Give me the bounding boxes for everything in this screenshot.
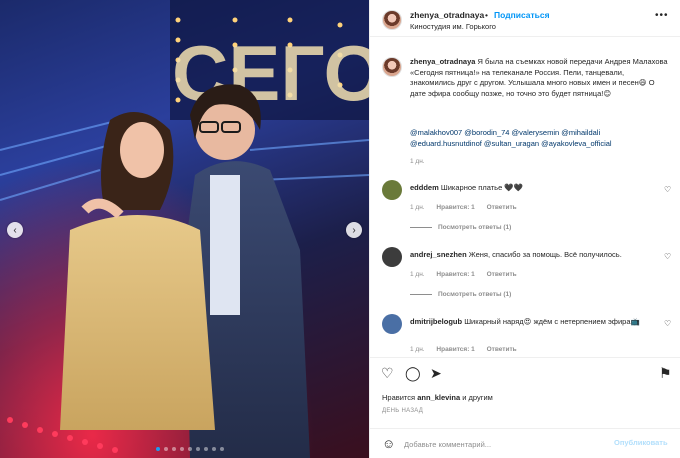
more-options-icon[interactable]: •••: [655, 10, 669, 21]
emoji-icon[interactable]: ☺: [382, 436, 395, 451]
comment-time: 1 дн.: [410, 204, 425, 211]
comment-reply-button[interactable]: Ответить: [487, 204, 517, 211]
post-caption: zhenya_otradnaya Я была на съемках новой…: [410, 57, 670, 99]
comment: dmitrijbelogub Шикарный наряд😍 ждём с не…: [410, 317, 665, 328]
save-bookmark-icon[interactable]: ⚑: [659, 366, 672, 380]
caption-avatar[interactable]: [382, 57, 402, 77]
comment-username[interactable]: andrej_snezhen: [410, 250, 467, 259]
header-separator: •: [485, 10, 488, 20]
comment-reply-button[interactable]: Ответить: [487, 346, 517, 353]
liked-by[interactable]: Нравится ann_klevina и другим: [382, 393, 493, 402]
next-photo-button[interactable]: ›: [346, 222, 362, 238]
author-username[interactable]: zhenya_otradnaya: [410, 10, 484, 20]
share-send-icon[interactable]: ➤: [430, 366, 442, 380]
comment-bubble-icon[interactable]: ◯: [405, 366, 421, 380]
carousel-dot: [156, 447, 160, 451]
comment-text: Шикарное платье 🖤🖤: [440, 183, 523, 192]
post-location[interactable]: Киностудия им. Горького: [410, 22, 496, 31]
comment-likes[interactable]: Нравится: 1: [436, 204, 474, 211]
comment-time: 1 дн.: [410, 271, 425, 278]
comment-reply-button[interactable]: Ответить: [487, 271, 517, 278]
comment-time: 1 дн.: [410, 346, 425, 353]
carousel-dot: [164, 447, 168, 451]
post-sidebar: zhenya_otradnaya • Подписаться Киностуди…: [369, 0, 680, 458]
liked-by-suffix[interactable]: и другим: [462, 393, 493, 402]
carousel-dots: [156, 447, 224, 451]
follow-button[interactable]: Подписаться: [494, 10, 550, 20]
caption-mentions[interactable]: @malakhov007 @borodin_74 @valerysemin @m…: [410, 127, 670, 149]
carousel-dot: [196, 447, 200, 451]
caption-username[interactable]: zhenya_otradnaya: [410, 57, 475, 66]
carousel-dot: [188, 447, 192, 451]
view-replies-button[interactable]: Посмотреть ответы (1): [410, 291, 511, 298]
view-replies-button[interactable]: Посмотреть ответы (1): [410, 224, 511, 231]
carousel-dot: [180, 447, 184, 451]
comment-meta: 1 дн. Нравится: 1 Ответить: [410, 271, 527, 278]
comment-text: Женя, спасибо за помощь. Всё получилось.: [468, 250, 622, 259]
comment-like-icon[interactable]: ♡: [664, 252, 671, 261]
photo-scene: СЕГОД: [0, 0, 369, 458]
comment-like-icon[interactable]: ♡: [664, 185, 671, 194]
comment-avatar[interactable]: [382, 314, 402, 334]
publish-button[interactable]: Опубликовать: [614, 438, 668, 447]
caption-time: 1 дн.: [410, 158, 425, 165]
author-avatar[interactable]: [382, 10, 402, 30]
comment-likes[interactable]: Нравится: 1: [436, 271, 474, 278]
comment-avatar[interactable]: [382, 247, 402, 267]
comment-username[interactable]: dmitrijbelogub: [410, 317, 462, 326]
post-header: zhenya_otradnaya • Подписаться Киностуди…: [370, 0, 680, 37]
comment-meta: 1 дн. Нравится: 1 Ответить: [410, 204, 527, 211]
comment-meta: 1 дн. Нравится: 1 Ответить: [410, 346, 527, 353]
liked-by-prefix: Нравится: [382, 393, 416, 402]
comment-text: Шикарный наряд😍 ждём с нетерпением эфира…: [464, 317, 640, 326]
carousel-dot: [204, 447, 208, 451]
comment-username[interactable]: edddem: [410, 183, 439, 192]
post-photo[interactable]: СЕГОД ‹ ›: [0, 0, 369, 458]
post-date: ДЕНЬ НАЗАД: [382, 408, 424, 414]
prev-photo-button[interactable]: ‹: [7, 222, 23, 238]
comment-like-icon[interactable]: ♡: [664, 319, 671, 328]
carousel-dot: [220, 447, 224, 451]
comment: andrej_snezhen Женя, спасибо за помощь. …: [410, 250, 665, 261]
comment-input[interactable]: [404, 437, 604, 451]
like-heart-icon[interactable]: ♡: [381, 366, 394, 380]
comment-avatar[interactable]: [382, 180, 402, 200]
comment-likes[interactable]: Нравится: 1: [436, 346, 474, 353]
comment: edddem Шикарное платье 🖤🖤: [410, 183, 665, 194]
carousel-dot: [212, 447, 216, 451]
carousel-dot: [172, 447, 176, 451]
liked-by-user[interactable]: ann_klevina: [417, 393, 460, 402]
